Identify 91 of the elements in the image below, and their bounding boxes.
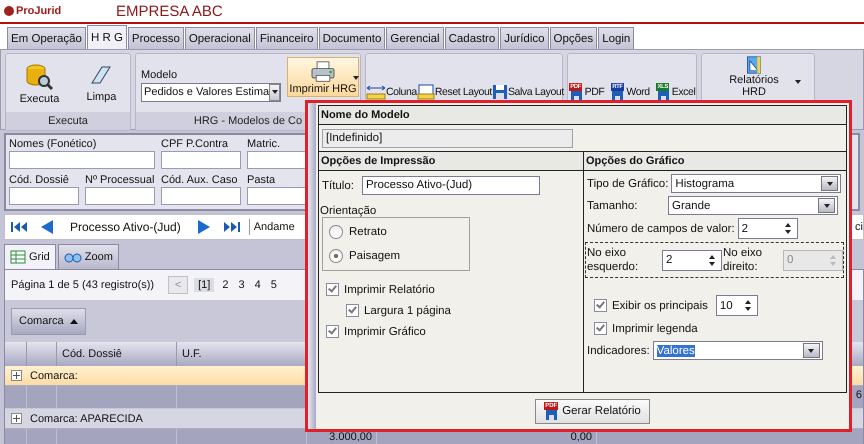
nav-tab[interactable]: ci (855, 221, 863, 233)
field-label: Número de campos de valor: (587, 222, 735, 234)
menu-tab[interactable]: Login (598, 27, 634, 49)
checkbox[interactable] (594, 299, 607, 312)
grid-icon (10, 250, 26, 264)
input-field[interactable] (9, 151, 155, 169)
section-heading: Nome do Modelo (319, 106, 846, 125)
dropdown[interactable]: Valores (652, 341, 823, 360)
menu-tab[interactable]: Operacional (184, 27, 255, 49)
field-label: Nº Processual (85, 173, 155, 187)
first-icon[interactable] (10, 221, 28, 233)
execute-button[interactable]: Executa (20, 61, 60, 105)
field-label: No eixo direito: (722, 246, 763, 274)
pager-summary: Página 1 de 5 (43 registro(s)) (11, 279, 154, 291)
input-field[interactable] (9, 187, 79, 205)
field-label: Cód. Dossiê (9, 173, 70, 187)
field-label: Nomes (Fonético) (9, 137, 98, 151)
checkbox-label: Exibir os principais (612, 300, 708, 312)
company-name: EMPRESA ABC (116, 2, 223, 20)
nav-tab[interactable]: Andame (254, 221, 295, 233)
layout-button[interactable]: Salva Layout (492, 84, 564, 100)
input-field[interactable] (161, 187, 241, 205)
page-link[interactable]: [1] (194, 278, 214, 292)
field-label: No eixo esquerdo: (586, 246, 640, 274)
group-caption: Executa (6, 112, 130, 130)
layout-button[interactable]: Reset Layout (416, 84, 492, 100)
caret-icon (795, 80, 801, 84)
menu-tab[interactable]: Jurídico (500, 27, 549, 49)
menu-tab[interactable]: Cadastro (444, 27, 500, 49)
spin-field[interactable]: 10 (716, 295, 758, 316)
menu-tab[interactable]: Opções (550, 27, 598, 49)
layout-icon (416, 84, 435, 100)
checkbox-label: Imprimir Relatório (344, 284, 435, 296)
model-dropdown[interactable]: Pedidos e Valores Estima (141, 82, 281, 102)
print-button[interactable]: Imprimir HRG (287, 57, 359, 97)
spin-field[interactable]: 2 (662, 250, 722, 270)
model-name-field[interactable]: [Indefinido] (322, 128, 573, 148)
dropdown[interactable]: Histograma (671, 174, 842, 193)
field-label: Tamanho: (587, 200, 639, 212)
caret-icon (353, 76, 359, 80)
radio-button[interactable] (329, 225, 343, 239)
page-link[interactable]: 5 (268, 279, 279, 291)
radio-label: Paisagem (349, 250, 400, 262)
next-icon[interactable] (196, 219, 211, 235)
nav-title: Processo Ativo-(Jud) (70, 220, 181, 234)
field-label: Tipo de Gráfico: (587, 178, 668, 190)
radio-button[interactable] (329, 249, 343, 263)
page-link[interactable]: 3 (236, 279, 247, 291)
view-tab[interactable]: Zoom (58, 244, 119, 269)
spin-field[interactable]: 2 (738, 218, 798, 239)
field-label: Cód. Aux. Caso (161, 173, 238, 187)
checkbox-label: Imprimir Gráfico (344, 326, 426, 338)
menu-tab[interactable]: Documento (318, 27, 386, 49)
model-label: Modelo (141, 68, 178, 80)
last-icon[interactable] (222, 221, 241, 233)
clear-button[interactable]: Limpa (86, 63, 116, 103)
dropdown[interactable]: Grande (668, 196, 838, 215)
title-field[interactable]: Processo Ativo-(Jud) (362, 176, 540, 195)
column-width-icon (366, 84, 386, 100)
field-label: Título: (322, 180, 354, 192)
page-link[interactable]: 4 (252, 279, 263, 291)
expand-icon[interactable] (11, 413, 22, 424)
checkbox-label: Imprimir legenda (612, 322, 698, 334)
field-label: Orientação (319, 205, 378, 217)
checkbox[interactable] (594, 322, 607, 335)
field-label: Indicadores: (587, 344, 650, 356)
field-label: CPF P.Contra (161, 137, 230, 151)
section-heading: Opções de Impressão (319, 152, 583, 171)
view-tab[interactable]: Grid (4, 244, 56, 269)
input-field[interactable] (161, 151, 241, 169)
menu-tab[interactable]: Gerencial (386, 27, 444, 49)
menu-tab[interactable]: Processo (128, 27, 184, 49)
logo-icon (4, 6, 14, 16)
menu-tab[interactable]: H R G (86, 25, 127, 49)
page-link[interactable]: 2 (220, 279, 230, 291)
field-label: Matric. (247, 137, 281, 151)
expand-icon[interactable] (11, 370, 22, 381)
previous-icon[interactable] (40, 219, 54, 235)
table-cell: 6 (856, 389, 862, 401)
checkbox[interactable] (346, 304, 359, 317)
layout-button[interactable]: Coluna (366, 84, 417, 100)
checkbox[interactable] (326, 283, 339, 296)
group-by-button[interactable]: Comarca (11, 308, 86, 334)
checkbox-label: Largura 1 página (364, 304, 451, 316)
input-field[interactable] (85, 187, 155, 205)
menu-tab[interactable]: Em Operação (7, 27, 86, 49)
checkbox[interactable] (326, 325, 339, 338)
radio-label: Retrato (349, 226, 387, 238)
menu-tab[interactable]: Financeiro (256, 27, 318, 49)
section-heading: Opções do Gráfico (584, 152, 846, 171)
logo-text: ProJurid (16, 5, 62, 17)
